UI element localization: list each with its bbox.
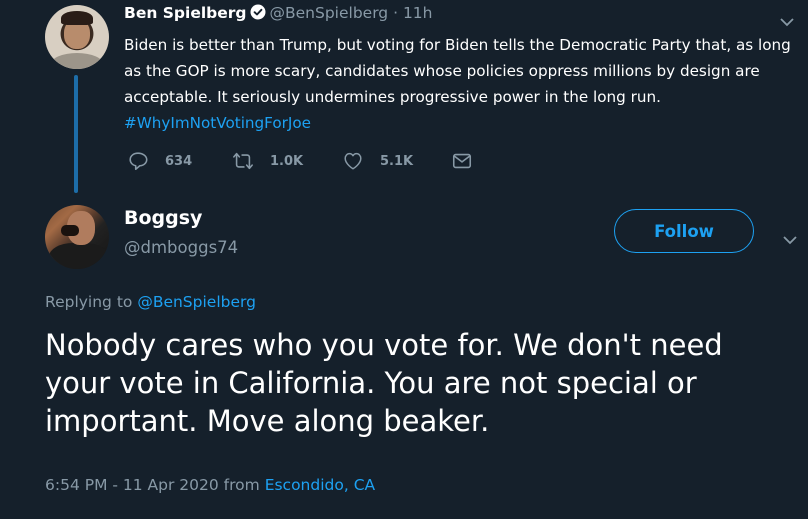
tweet-actions-bar: 634 1.0K 5.1K <box>124 150 524 174</box>
retweet-icon <box>233 152 253 170</box>
hashtag-link[interactable]: #WhyImNotVotingForJoe <box>124 114 311 132</box>
parent-tweet-menu-chevron-down-icon[interactable] <box>780 12 794 27</box>
parent-tweet-text: Biden is better than Trump, but voting f… <box>124 36 791 106</box>
avatar-hair <box>61 11 93 25</box>
like-count: 5.1K <box>380 153 414 169</box>
author-handle[interactable]: @BenSpielberg <box>270 4 389 22</box>
parent-tweet-header: Ben Spielberg @BenSpielberg · 11h <box>124 4 432 22</box>
reply-icon <box>129 152 148 171</box>
replying-to-label: Replying to <box>45 293 138 311</box>
replying-to-line: Replying to @BenSpielberg <box>45 293 256 311</box>
avatar-body <box>49 243 109 269</box>
tweet-time[interactable]: 11h <box>403 4 433 22</box>
reply-tweet-menu-chevron-down-icon[interactable] <box>783 230 797 245</box>
reply-tweet-meta: 6:54 PM - 11 Apr 2020 from Escondido, CA <box>45 476 375 494</box>
retweet-count: 1.0K <box>270 153 304 169</box>
retweet-action-button[interactable]: 1.0K <box>232 150 303 172</box>
reply-author-name[interactable]: Boggsy <box>124 207 202 229</box>
avatar-shirt <box>51 53 103 69</box>
parent-tweet-body: Biden is better than Trump, but voting f… <box>124 32 794 136</box>
tweet-timestamp[interactable]: 6:54 PM - 11 Apr 2020 <box>45 476 219 494</box>
thread-connector-line <box>74 75 78 193</box>
heart-icon <box>344 152 362 170</box>
reply-action-button[interactable]: 634 <box>127 150 192 172</box>
avatar-bottle <box>61 225 79 236</box>
envelope-icon <box>452 153 472 169</box>
verified-badge-icon <box>250 4 266 20</box>
replying-to-mention-link[interactable]: @BenSpielberg <box>137 293 256 311</box>
author-name[interactable]: Ben Spielberg <box>124 4 247 22</box>
from-label: from <box>218 476 265 494</box>
follow-button[interactable]: Follow <box>614 209 754 253</box>
location-link[interactable]: Escondido, CA <box>265 476 375 494</box>
reply-count: 634 <box>165 153 193 169</box>
separator-dot: · <box>388 4 403 22</box>
reply-tweet-text: Nobody cares who you vote for. We don't … <box>45 328 723 438</box>
reply-author-handle[interactable]: @dmboggs74 <box>124 238 238 257</box>
avatar-boggsy[interactable] <box>45 205 109 269</box>
direct-message-button[interactable] <box>451 150 489 172</box>
like-action-button[interactable]: 5.1K <box>342 150 413 172</box>
avatar-ben-spielberg[interactable] <box>45 5 109 69</box>
